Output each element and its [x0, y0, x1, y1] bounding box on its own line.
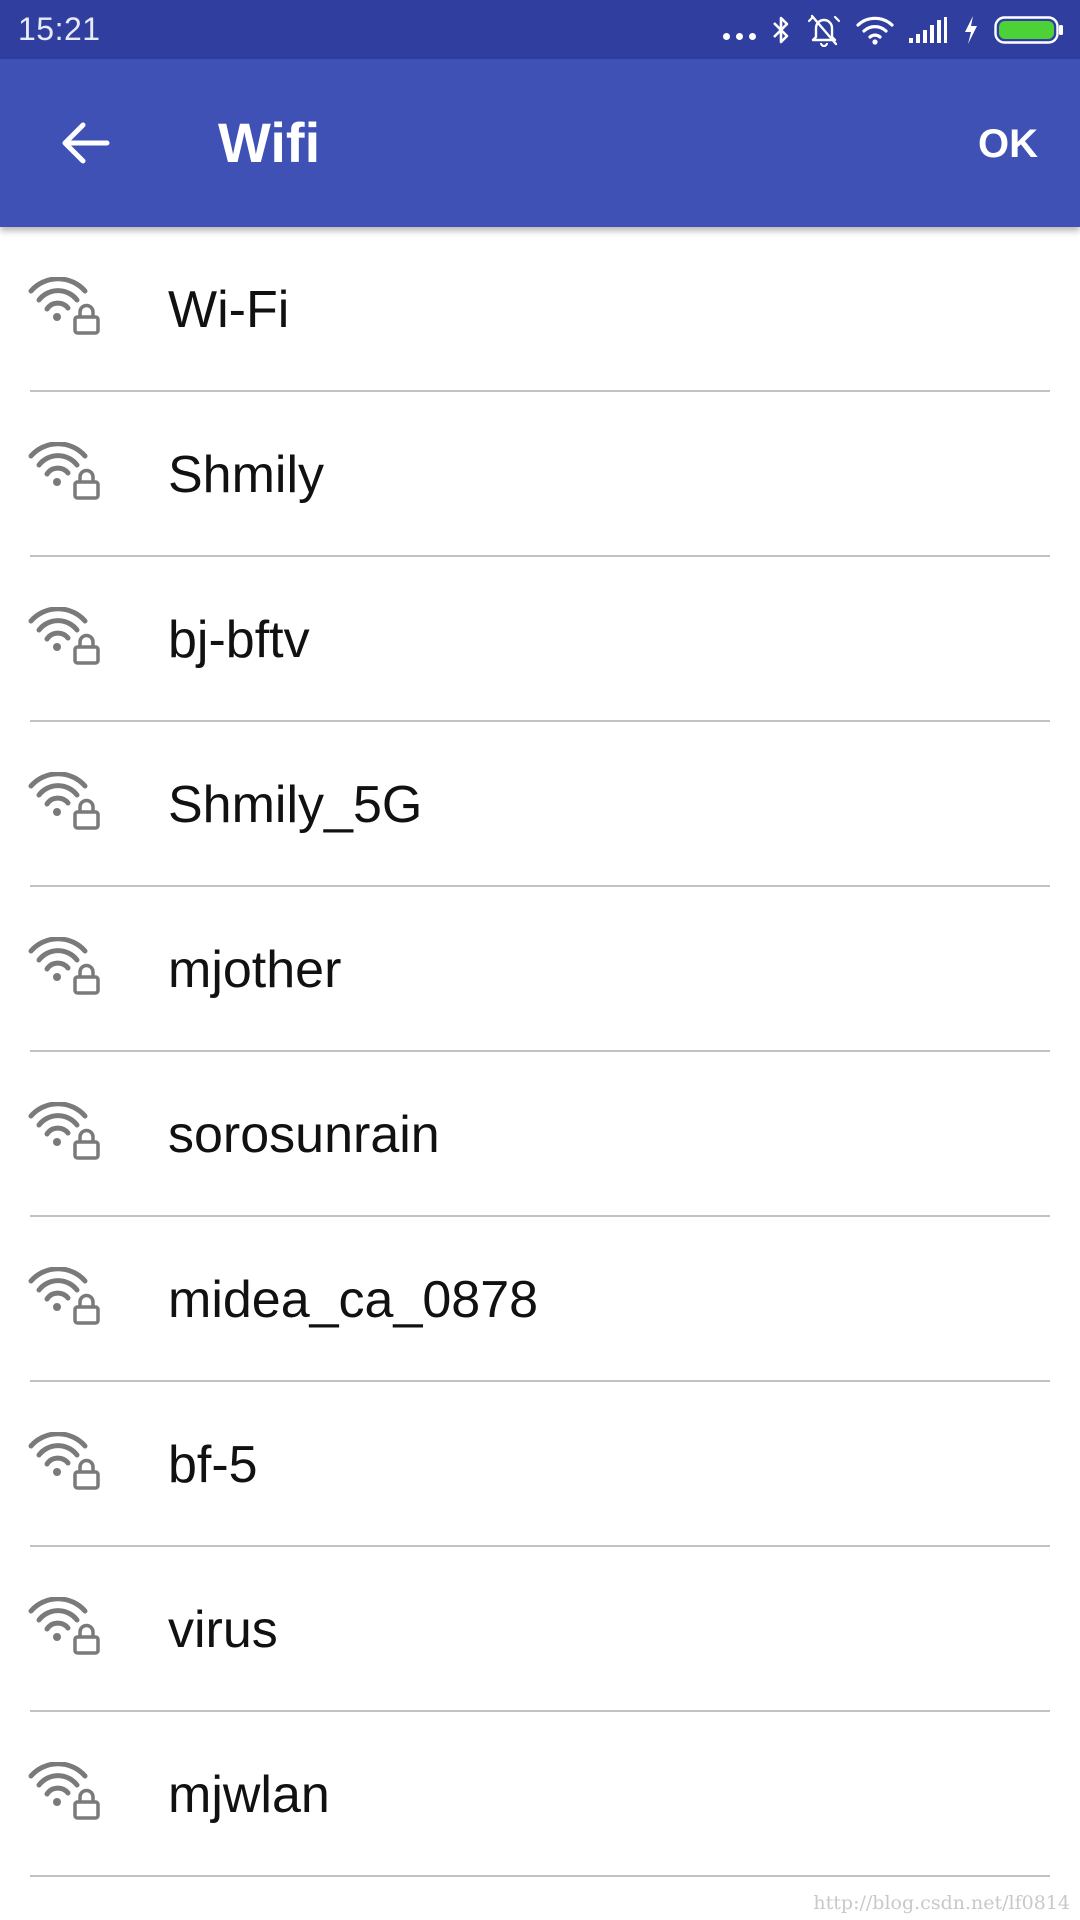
charging-icon [962, 14, 980, 46]
wifi-list-item[interactable]: sorosunrain [0, 1052, 1080, 1217]
app-toolbar: Wifi OK [0, 59, 1080, 227]
back-button[interactable] [50, 113, 120, 173]
wifi-list-item[interactable]: Shmily [0, 392, 1080, 557]
wifi-ssid-label: bf-5 [168, 1435, 258, 1494]
wifi-lock-icon [28, 1431, 100, 1490]
wifi-lock-icon [28, 1101, 100, 1160]
status-time: 15:21 [18, 11, 101, 47]
wifi-list-item[interactable]: bj-bftv [0, 557, 1080, 722]
ok-button[interactable]: OK [978, 114, 1038, 174]
wifi-list-item[interactable]: Shmily_5G [0, 722, 1080, 887]
wifi-list-item[interactable]: bf-5 [0, 1382, 1080, 1547]
wifi-ssid-label: bj-bftv [168, 610, 310, 669]
wifi-lock-icon [28, 1596, 100, 1655]
wifi-ssid-label: mjwlan [168, 1765, 330, 1824]
wifi-status-icon [856, 15, 894, 45]
wifi-lock-icon [28, 441, 100, 500]
wifi-ssid-label: mjother [168, 940, 342, 999]
wifi-lock-icon [28, 276, 100, 335]
cell-signal-icon [908, 16, 948, 44]
watermark: http://blog.csdn.net/lf0814 [813, 1892, 1070, 1914]
wifi-ssid-label: midea_ca_0878 [168, 1270, 539, 1329]
wifi-ssid-label: Shmily_5G [168, 775, 423, 834]
wifi-lock-icon [28, 1761, 100, 1820]
status-bar: 15:21 [0, 0, 1080, 59]
wifi-ssid-label: Shmily [168, 445, 325, 504]
wifi-list-item[interactable]: midea_ca_0878 [0, 1217, 1080, 1382]
bluetooth-icon [770, 14, 792, 46]
wifi-list-item[interactable]: virus [0, 1547, 1080, 1712]
wifi-list-item[interactable]: mjwlan [0, 1712, 1080, 1877]
battery-icon [994, 14, 1064, 46]
wifi-ssid-label: Wi-Fi [168, 280, 290, 339]
wifi-lock-icon [28, 1266, 100, 1325]
wifi-list-item[interactable]: mjother [0, 887, 1080, 1052]
wifi-ssid-label: virus [168, 1600, 278, 1659]
wifi-lock-icon [28, 771, 100, 830]
page-title: Wifi [218, 111, 321, 174]
list-divider [30, 1875, 1050, 1877]
wifi-list-item[interactable]: Wi-Fi [0, 227, 1080, 392]
wifi-lock-icon [28, 936, 100, 995]
wifi-ssid-label: sorosunrain [168, 1105, 440, 1164]
more-dots-icon [723, 19, 756, 40]
status-icons [723, 0, 1064, 59]
wifi-network-list: Wi-Fi Shmily bj-bftv Shmily_5Gmjother sorosu… [0, 227, 1080, 1877]
arrow-back-icon [62, 122, 110, 164]
wifi-lock-icon [28, 606, 100, 665]
alarm-off-icon [806, 13, 842, 47]
